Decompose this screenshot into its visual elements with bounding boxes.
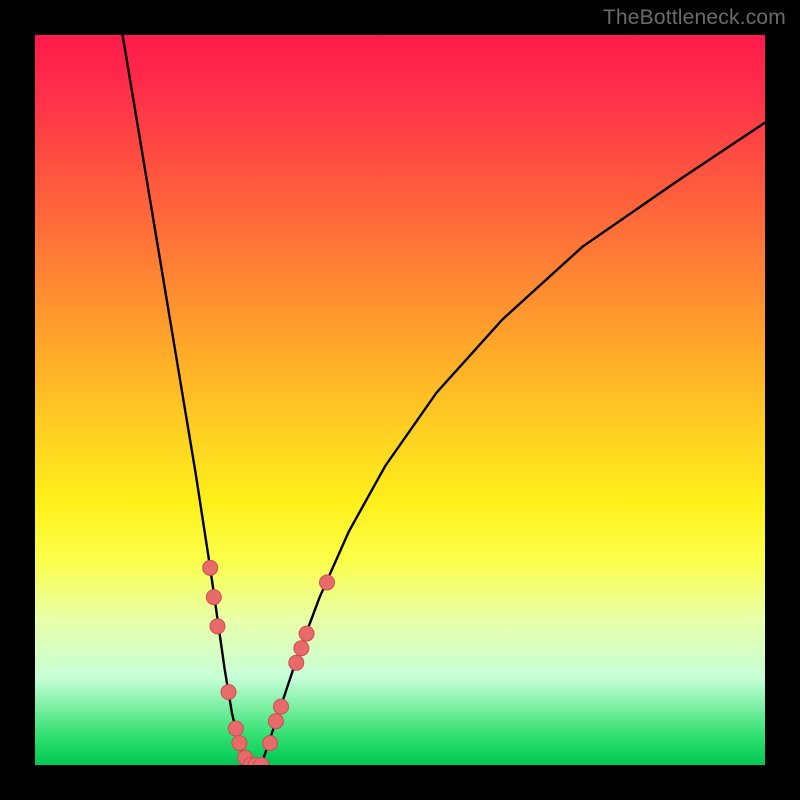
curve-left [123, 35, 247, 765]
data-marker [268, 714, 283, 729]
data-marker [299, 626, 314, 641]
data-markers [203, 560, 335, 765]
curve-right [261, 123, 765, 765]
data-marker [320, 575, 335, 590]
data-marker [289, 655, 304, 670]
watermark-text: TheBottleneck.com [603, 6, 786, 30]
data-marker [274, 699, 289, 714]
chart-svg [35, 35, 765, 765]
data-marker [221, 685, 236, 700]
data-marker [263, 736, 278, 751]
data-marker [294, 641, 309, 656]
data-marker [210, 619, 225, 634]
data-marker [228, 721, 243, 736]
data-marker [232, 736, 247, 751]
data-marker [206, 590, 221, 605]
data-marker [203, 560, 218, 575]
chart-frame: TheBottleneck.com [0, 0, 800, 800]
plot-area [35, 35, 765, 765]
